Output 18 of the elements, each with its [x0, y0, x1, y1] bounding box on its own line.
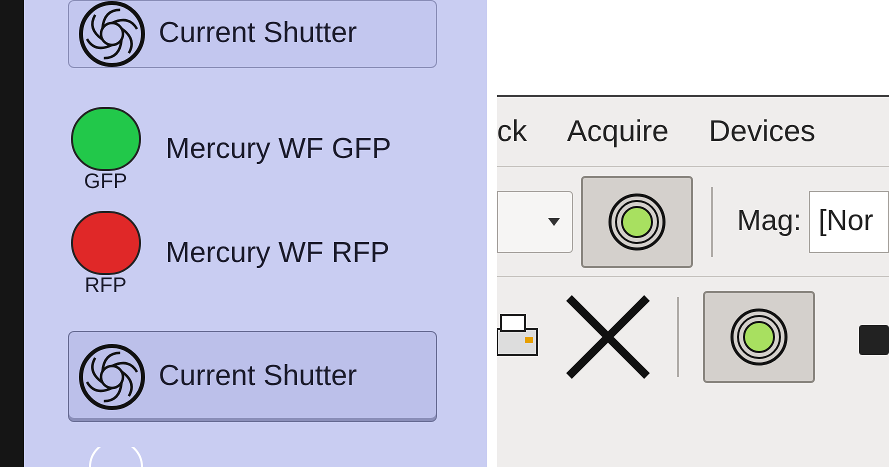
- channel-label: Mercury WF RFP: [166, 236, 390, 272]
- menu-item[interactable]: ck: [497, 109, 527, 154]
- channel-tag: GFP: [84, 171, 128, 194]
- shutter-toggle-button[interactable]: [703, 291, 815, 383]
- channel-tag: RFP: [84, 275, 127, 298]
- shutter-button[interactable]: Current Shutter: [68, 0, 438, 68]
- aperture-icon: [76, 342, 147, 412]
- mag-field[interactable]: [Nor: [809, 190, 889, 252]
- caret-icon: [548, 218, 560, 226]
- menu-item[interactable]: Devices: [708, 109, 816, 154]
- channel-label: Mercury WF GFP: [166, 132, 392, 168]
- menu-item[interactable]: Acquire: [567, 109, 669, 154]
- mag-label: Mag:: [737, 204, 802, 239]
- shutter-toggle-button[interactable]: [581, 176, 693, 268]
- indicator-light-icon: [729, 307, 789, 367]
- indicator-light-icon: [607, 192, 667, 252]
- shutter-button[interactable]: Current Shutter: [68, 331, 438, 422]
- aperture-icon: [76, 0, 147, 69]
